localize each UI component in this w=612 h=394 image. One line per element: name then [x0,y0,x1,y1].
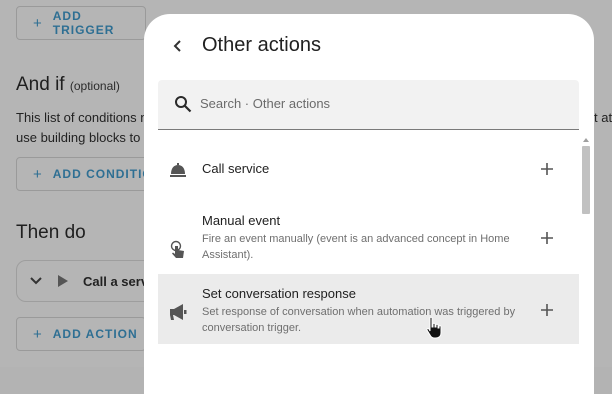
scrollbar-thumb[interactable] [582,146,590,214]
list-item-call-service[interactable]: Call service [158,136,579,202]
search-input[interactable] [200,92,560,114]
actions-list: Call service Manual event Fire an event … [158,136,579,394]
add-action-label: ADD ACTION [52,327,138,341]
item-description: Set response of conversation when automa… [202,306,516,334]
hand-pointer-cursor-icon [426,316,442,339]
plus-icon: + [33,165,43,183]
search-field[interactable] [158,80,579,130]
chevron-down-icon[interactable] [29,274,43,288]
bell-icon [170,163,186,177]
conditions-description: This list of conditions n use building b… [16,110,151,145]
add-action-button[interactable]: + ADD ACTION [16,317,146,351]
conditions-description-tail: t at [594,110,612,125]
scrollbar[interactable] [580,136,592,394]
gesture-tap-icon [170,240,184,258]
optional-label: (optional) [69,79,120,93]
dialog-title: Other actions [202,34,321,56]
play-icon [58,275,68,287]
add-icon[interactable] [539,161,555,177]
add-icon[interactable] [539,230,555,246]
item-title: Manual event [202,213,281,228]
bullhorn-icon [170,304,187,320]
plus-icon: + [33,325,43,343]
scroll-up-arrow-icon[interactable] [583,138,589,142]
list-item-manual-event[interactable]: Manual event Fire an event manually (eve… [158,202,579,274]
item-title: Set conversation response [202,286,356,301]
back-arrow-icon[interactable] [168,36,188,56]
add-icon[interactable] [539,302,555,318]
item-title: Call service [202,161,270,176]
then-do-heading: Then do [16,222,86,243]
search-icon [175,96,192,113]
plus-icon: + [33,14,43,32]
and-if-heading: And if (optional) [16,74,120,95]
action-card-label: Call a servi [83,273,152,289]
other-actions-dialog: Other actions Call service [144,14,594,394]
add-trigger-label: ADD TRIGGER [52,9,115,37]
list-item-set-conversation-response[interactable]: Set conversation response Set response o… [158,274,579,344]
add-trigger-button[interactable]: + ADD TRIGGER [16,6,146,40]
item-description: Fire an event manually (event is an adva… [202,233,510,261]
